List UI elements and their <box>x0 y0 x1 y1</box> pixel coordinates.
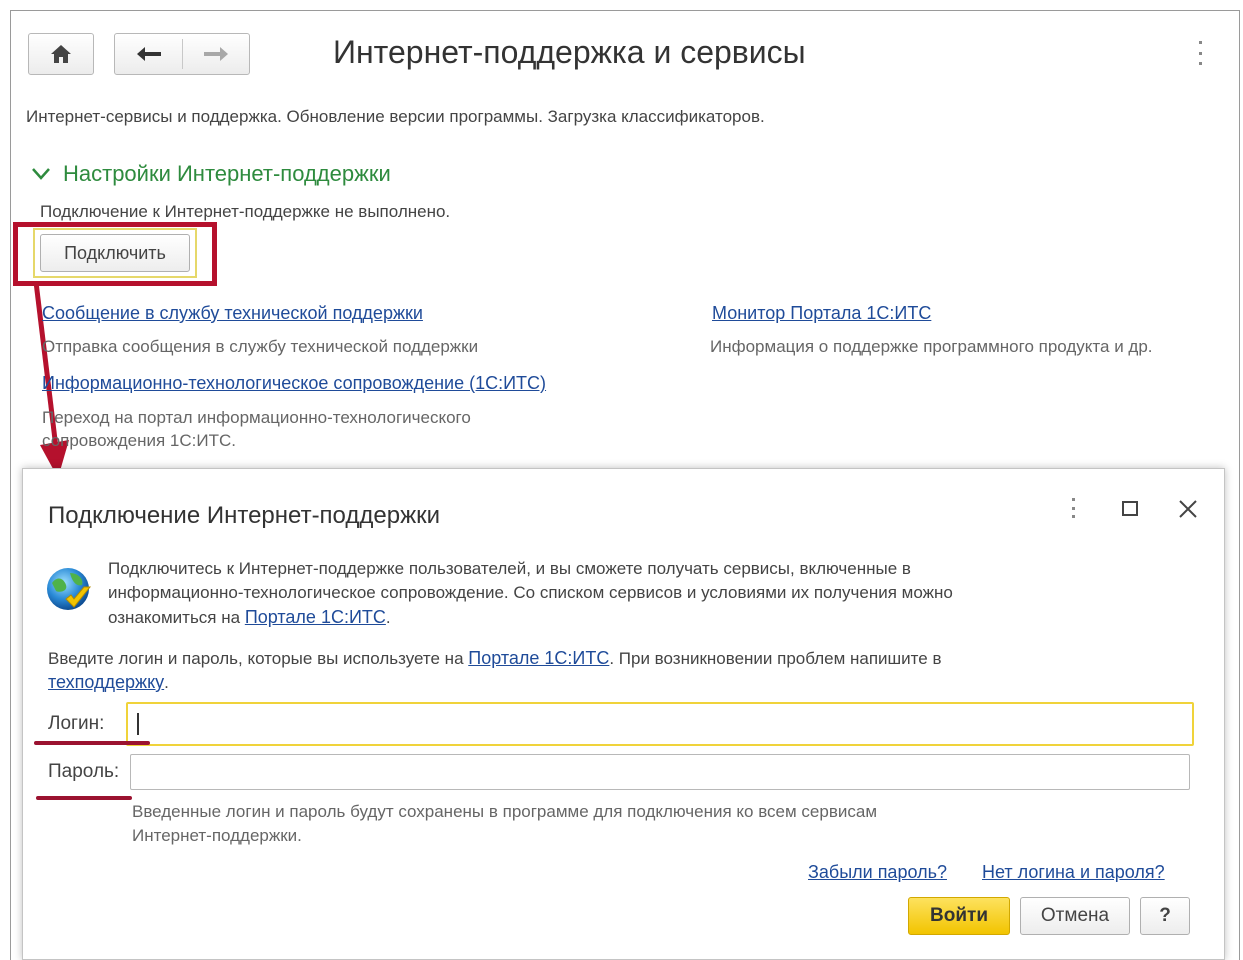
monitor-portal-link[interactable]: Монитор Портала 1С:ИТС <box>712 303 931 324</box>
no-login-link[interactable]: Нет логина и пароля? <box>982 862 1165 883</box>
text-cursor <box>137 713 139 735</box>
more-menu-icon[interactable] <box>1199 41 1203 65</box>
forgot-password-link[interactable]: Забыли пароль? <box>808 862 947 883</box>
login-button[interactable]: Войти <box>908 897 1010 935</box>
dialog-prompt-line1: Введите логин и пароль, которые вы испол… <box>48 648 941 669</box>
window-border-left <box>10 10 11 960</box>
dialog-prompt-line2: техподдержку. <box>48 672 169 693</box>
tech-support-link[interactable]: техподдержку <box>48 672 164 692</box>
settings-section-title[interactable]: Настройки Интернет-поддержки <box>63 161 391 187</box>
annotation-underline-login <box>34 741 150 745</box>
connection-status: Подключение к Интернет-поддержке не выпо… <box>40 202 451 221</box>
dialog-info-line2: информационно-технологическое сопровожде… <box>108 583 953 602</box>
info-line3-suffix: . <box>385 608 391 627</box>
password-input[interactable] <box>130 754 1190 790</box>
its-desc-line2: сопровождения 1С:ИТС. <box>42 431 236 450</box>
chevron-down-icon[interactable] <box>32 168 50 180</box>
maximize-icon[interactable] <box>1122 501 1138 516</box>
home-icon <box>51 45 71 63</box>
dialog-more-icon[interactable] <box>1072 498 1076 518</box>
window-border-right <box>1239 10 1240 960</box>
portal-its-link[interactable]: Портале 1С:ИТС <box>245 607 386 627</box>
arrow-left-icon <box>137 47 161 61</box>
login-input[interactable] <box>126 702 1194 746</box>
its-link[interactable]: Информационно-технологическое сопровожде… <box>42 373 546 394</box>
prompt-prefix: Введите логин и пароль, которые вы испол… <box>48 649 469 668</box>
connect-button[interactable]: Подключить <box>40 234 190 272</box>
support-message-link[interactable]: Сообщение в службу технической поддержки <box>42 303 423 324</box>
dialog-info-line3: ознакомиться на Портале 1С:ИТС. <box>108 607 391 628</box>
back-button[interactable] <box>118 36 180 72</box>
page-title: Интернет-поддержка и сервисы <box>333 34 806 70</box>
cancel-button[interactable]: Отмена <box>1020 897 1130 935</box>
password-label: Пароль: <box>48 761 120 782</box>
credentials-note-line2: Интернет-поддержки. <box>132 826 302 845</box>
dialog-info-line1: Подключитесь к Интернет-поддержке пользо… <box>108 559 911 578</box>
annotation-underline-password <box>36 796 132 800</box>
prompt-suffix: . При возникновении проблем напишите в <box>609 649 942 668</box>
home-button[interactable] <box>28 33 94 75</box>
login-label: Логин: <box>48 713 105 734</box>
info-line3-prefix: ознакомиться на <box>108 608 245 627</box>
its-desc-line1: Переход на портал информационно-технолог… <box>42 408 471 427</box>
page-description: Интернет-сервисы и поддержка. Обновление… <box>26 107 765 126</box>
prompt-end: . <box>164 673 169 692</box>
prompt-portal-link[interactable]: Портале 1С:ИТС <box>468 648 609 668</box>
help-button[interactable]: ? <box>1140 897 1190 935</box>
arrow-right-icon <box>204 47 228 61</box>
nav-divider <box>182 39 183 69</box>
forward-button[interactable] <box>185 36 247 72</box>
dialog-title: Подключение Интернет-поддержки <box>48 502 441 529</box>
globe-checkmark-icon <box>47 568 92 610</box>
close-icon[interactable] <box>1178 499 1198 519</box>
credentials-note-line1: Введенные логин и пароль будут сохранены… <box>132 802 878 821</box>
support-message-desc: Отправка сообщения в службу технической … <box>42 337 479 356</box>
monitor-portal-desc: Информация о поддержке программного прод… <box>710 337 1153 356</box>
window-border-top <box>10 10 1240 11</box>
